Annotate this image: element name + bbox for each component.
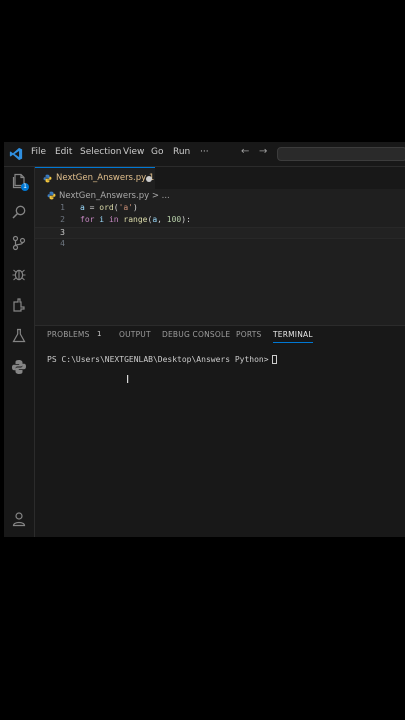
menu-go[interactable]: Go <box>151 147 163 157</box>
activity-bar: 1 <box>4 167 35 537</box>
code-line-1: 1 a = ord('a') <box>35 203 405 215</box>
line-number: 2 <box>60 215 65 224</box>
terminal-cursor <box>271 355 277 364</box>
tab-debug-console[interactable]: DEBUG CONSOLE <box>162 330 230 339</box>
unsaved-dot-icon[interactable] <box>146 176 152 182</box>
line-number: 3 <box>60 228 65 237</box>
text-cursor-ibeam-icon: I <box>126 373 130 386</box>
forward-arrow-icon[interactable]: → <box>259 146 267 157</box>
menu-selection[interactable]: Selection <box>80 147 121 157</box>
editor-tabs: NextGen_Answers.py 1 <box>35 167 405 189</box>
line-number: 4 <box>60 239 65 248</box>
line-number: 1 <box>60 203 65 212</box>
code-text: for i in range(a, 100): <box>80 215 191 224</box>
source-control-icon[interactable] <box>11 235 27 251</box>
menu-more[interactable]: ··· <box>200 147 209 157</box>
command-center-search[interactable] <box>277 147 405 161</box>
code-text: a = ord('a') <box>80 203 138 212</box>
python-file-icon <box>43 174 52 183</box>
menu-edit[interactable]: Edit <box>55 147 72 157</box>
menu-view[interactable]: View <box>123 147 144 157</box>
terminal-prompt-line[interactable]: PS C:\Users\NEXTGENLAB\Desktop\Answers P… <box>47 355 277 364</box>
python-icon[interactable] <box>11 359 27 375</box>
breadcrumb-path[interactable]: NextGen_Answers.py > ... <box>59 191 170 201</box>
code-line-4: 4 <box>35 239 405 251</box>
problems-count-badge: 1 <box>97 330 102 338</box>
back-arrow-icon[interactable]: ← <box>241 146 249 157</box>
bottom-panel: PROBLEMS 1 OUTPUT DEBUG CONSOLE PORTS TE… <box>35 325 405 537</box>
extensions-icon[interactable] <box>11 297 27 313</box>
tab-label: NextGen_Answers.py 1 <box>56 173 155 183</box>
vscode-logo-icon <box>9 147 23 161</box>
title-bar: File Edit Selection View Go Run ··· ← → <box>4 142 405 167</box>
tab-ports[interactable]: PORTS <box>236 330 261 339</box>
run-debug-icon[interactable] <box>11 266 27 282</box>
python-file-icon <box>47 191 56 200</box>
tab-output[interactable]: OUTPUT <box>119 330 151 339</box>
menu-run[interactable]: Run <box>173 147 190 157</box>
tab-problems[interactable]: PROBLEMS <box>47 330 90 339</box>
code-line-2: 2 for i in range(a, 100): <box>35 215 405 227</box>
testing-flask-icon[interactable] <box>11 328 27 344</box>
tab-nextgen-answers[interactable]: NextGen_Answers.py 1 <box>35 167 155 189</box>
code-editor[interactable]: 1 a = ord('a') 2 for i in range(a, 100):… <box>35 203 405 325</box>
search-icon[interactable] <box>11 204 27 220</box>
menu-file[interactable]: File <box>31 147 46 157</box>
terminal-prompt: PS C:\Users\NEXTGENLAB\Desktop\Answers P… <box>47 355 269 364</box>
tab-terminal[interactable]: TERMINAL <box>273 330 313 343</box>
code-line-3: 3 <box>35 227 405 239</box>
explorer-badge: 1 <box>21 183 29 191</box>
account-icon[interactable] <box>11 511 27 527</box>
vscode-window: File Edit Selection View Go Run ··· ← → … <box>4 142 405 537</box>
